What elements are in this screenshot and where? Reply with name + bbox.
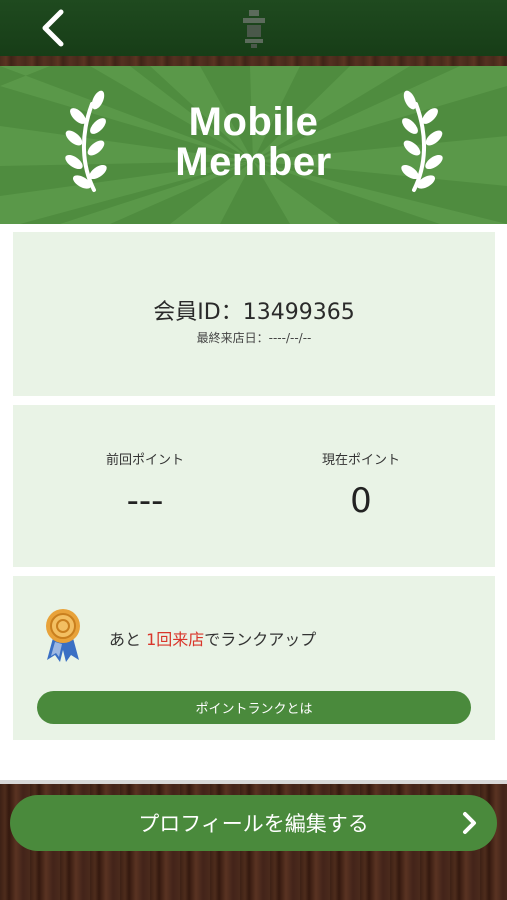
rank-msg-highlight: 1回来店	[146, 630, 205, 649]
chevron-right-icon	[463, 812, 476, 834]
bronze-medal-icon	[46, 609, 80, 662]
top-nav-bar	[0, 0, 507, 56]
current-points: 現在ポイント 0	[261, 449, 461, 521]
edit-profile-button[interactable]: プロフィールを編集する	[10, 795, 497, 851]
brand-logo-icon	[236, 4, 272, 52]
point-rank-info-button[interactable]: ポイントランクとは	[37, 691, 471, 724]
current-points-label: 現在ポイント	[321, 453, 400, 468]
rank-msg-suffix: でランクアップ	[204, 630, 317, 649]
points-card: 前回ポイント --- 現在ポイント 0	[13, 405, 495, 567]
rank-msg-prefix: あと	[109, 630, 147, 649]
member-id: 会員ID：13499365	[153, 300, 355, 325]
current-points-value: 0	[350, 481, 372, 521]
chevron-left-icon	[42, 9, 64, 47]
rank-card: あと 1回来店でランクアップ ポイントランクとは	[13, 576, 495, 740]
back-button[interactable]	[28, 6, 76, 50]
last-visit-date: 最終来店日：----/--/--	[196, 331, 312, 345]
mobile-member-banner: Mobile Member	[0, 66, 507, 224]
wood-strip	[0, 56, 507, 66]
previous-points-value: ---	[126, 481, 164, 521]
member-id-card: 会員ID：13499365 最終来店日：----/--/--	[13, 232, 495, 396]
rank-up-message: あと 1回来店でランクアップ	[109, 626, 316, 650]
previous-points-label: 前回ポイント	[105, 453, 184, 468]
previous-points: 前回ポイント ---	[45, 449, 245, 521]
edit-profile-label: プロフィールを編集する	[138, 812, 369, 836]
laurel-right-icon	[401, 90, 443, 192]
